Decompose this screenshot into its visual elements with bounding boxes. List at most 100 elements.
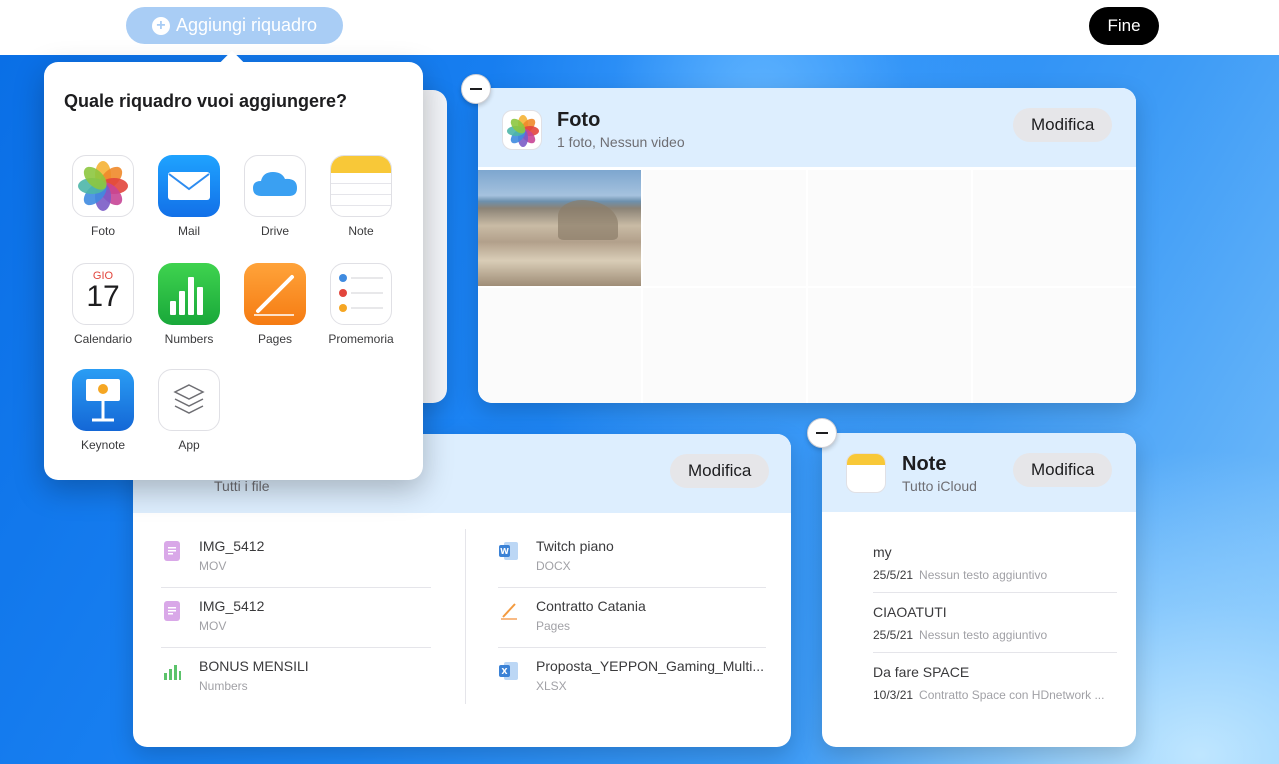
add-tile-label: Aggiungi riquadro (175, 15, 318, 35)
note-title: Da fare SPACE (873, 664, 970, 680)
drive-edit-button[interactable]: Modifica (670, 454, 770, 488)
photos-icon (72, 155, 134, 217)
file-row[interactable]: W Twitch piano DOCX (498, 528, 766, 588)
file-type: DOCX (536, 559, 571, 573)
note-preview: Nessun testo aggiuntivo (919, 568, 1048, 582)
app-label: Promemoria (328, 332, 394, 346)
drive-widget-subtitle: Tutti i file (214, 478, 270, 494)
foto-edit-button[interactable]: Modifica (1013, 108, 1113, 142)
svg-text:W: W (500, 547, 509, 556)
photo-placeholder (643, 288, 806, 403)
drive-files-right: W Twitch piano DOCX Contratto Catania Pa… (498, 528, 766, 708)
icloud-drive-icon (244, 155, 306, 217)
calendar-day: 17 (86, 280, 120, 313)
notes-icon (330, 155, 392, 217)
file-row[interactable]: Contratto Catania Pages (498, 588, 766, 648)
popover-title: Quale riquadro vuoi aggiungere? (64, 91, 348, 111)
calendar-icon: GIO 17 (72, 263, 134, 325)
file-type: Numbers (199, 679, 248, 693)
note-item[interactable]: Da fare SPACE 10/3/21 Contratto Space con… (873, 653, 1117, 713)
remove-foto-widget-button[interactable] (461, 74, 491, 104)
pages-icon (244, 263, 306, 325)
minus-icon (470, 88, 482, 90)
note-widget-header: Note Tutto iCloud Modifica (822, 433, 1136, 512)
pages-file-icon (498, 598, 520, 624)
app-tile-app[interactable]: App (149, 369, 229, 452)
drive-widget[interactable]: Tutti i file Modifica IMG_5412 MOV IMG_5… (133, 434, 791, 747)
photo-thumbnail[interactable] (478, 170, 641, 286)
file-name: IMG_5412 (199, 598, 265, 614)
app-tile-note[interactable]: Note (321, 155, 401, 238)
note-meta: 10/3/21 Contratto Space con HDnetwork ... (873, 688, 1117, 702)
app-label: Numbers (164, 332, 214, 346)
app-label: Foto (90, 224, 115, 238)
notes-icon (846, 453, 886, 493)
note-date: 25/5/21 (873, 568, 914, 582)
app-label: Pages (257, 332, 293, 346)
note-item[interactable]: CIAOATUTI 25/5/21 Nessun testo aggiuntivo (873, 593, 1117, 653)
file-name: Proposta_YEPPON_Gaming_Multi... (536, 658, 764, 674)
app-label: Mail (177, 224, 200, 238)
file-name: BONUS MENSILI (199, 658, 309, 674)
file-type: Pages (536, 619, 571, 633)
document-icon (161, 598, 183, 624)
app-label: Note (348, 224, 374, 238)
column-divider (465, 529, 466, 704)
app-tile-drive[interactable]: Drive (235, 155, 315, 238)
file-type: MOV (199, 559, 227, 573)
app-stack-icon (158, 369, 220, 431)
excel-file-icon: X (498, 658, 520, 684)
file-type: XLSX (536, 679, 567, 693)
remove-note-widget-button[interactable] (807, 418, 837, 448)
photos-icon (502, 110, 542, 150)
note-preview: Nessun testo aggiuntivo (919, 628, 1048, 642)
mail-icon (158, 155, 220, 217)
app-label: Keynote (80, 438, 126, 452)
note-widget-title: Note (902, 453, 947, 475)
numbers-file-icon (161, 658, 183, 684)
app-tile-keynote[interactable]: Keynote (63, 369, 143, 452)
file-name: IMG_5412 (199, 538, 265, 554)
reminders-icon (330, 263, 392, 325)
file-row[interactable]: X Proposta_YEPPON_Gaming_Multi... XLSX (498, 648, 766, 708)
app-tile-calendario[interactable]: GIO 17 Calendario (63, 263, 143, 346)
done-button[interactable]: Fine (1089, 7, 1159, 45)
note-date: 10/3/21 (873, 688, 914, 702)
app-tile-promemoria[interactable]: Promemoria (321, 263, 401, 346)
file-row[interactable]: BONUS MENSILI Numbers (161, 648, 431, 708)
document-icon (161, 538, 183, 564)
note-widget-subtitle: Tutto iCloud (902, 478, 977, 494)
app-label: App (178, 438, 200, 452)
foto-widget-title: Foto (557, 109, 601, 131)
file-row[interactable]: IMG_5412 MOV (161, 528, 431, 588)
file-name: Contratto Catania (536, 598, 646, 614)
foto-widget-header: Foto 1 foto, Nessun video Modifica (478, 88, 1136, 167)
photo-placeholder (643, 170, 806, 286)
note-meta: 25/5/21 Nessun testo aggiuntivo (873, 628, 1117, 642)
photo-placeholder (973, 170, 1136, 286)
note-preview: Contratto Space con HDnetwork ... (919, 688, 1105, 702)
foto-widget-subtitle: 1 foto, Nessun video (557, 134, 685, 150)
add-tile-popover: Quale riquadro vuoi aggiungere? Foto Mai… (44, 62, 423, 480)
app-label: Drive (260, 224, 289, 238)
add-tile-button[interactable]: + Aggiungi riquadro (126, 7, 343, 44)
app-label: Calendario (73, 332, 133, 346)
app-tile-foto[interactable]: Foto (63, 155, 143, 238)
note-item[interactable]: my 25/5/21 Nessun testo aggiuntivo (873, 533, 1117, 593)
note-edit-button[interactable]: Modifica (1013, 453, 1113, 487)
foto-widget[interactable]: Foto 1 foto, Nessun video Modifica (478, 88, 1136, 403)
note-date: 25/5/21 (873, 628, 914, 642)
word-file-icon: W (498, 538, 520, 564)
file-name: Twitch piano (536, 538, 614, 554)
note-widget[interactable]: Note Tutto iCloud Modifica my 25/5/21 Nes… (822, 433, 1136, 747)
note-title: CIAOATUTI (873, 604, 947, 620)
app-tile-mail[interactable]: Mail (149, 155, 229, 238)
file-type: MOV (199, 619, 227, 633)
app-tile-numbers[interactable]: Numbers (149, 263, 229, 346)
minus-icon (816, 432, 828, 434)
app-tile-pages[interactable]: Pages (235, 263, 315, 346)
numbers-icon (158, 263, 220, 325)
file-row[interactable]: IMG_5412 MOV (161, 588, 431, 648)
svg-text:X: X (501, 667, 508, 676)
photo-placeholder (808, 170, 971, 286)
